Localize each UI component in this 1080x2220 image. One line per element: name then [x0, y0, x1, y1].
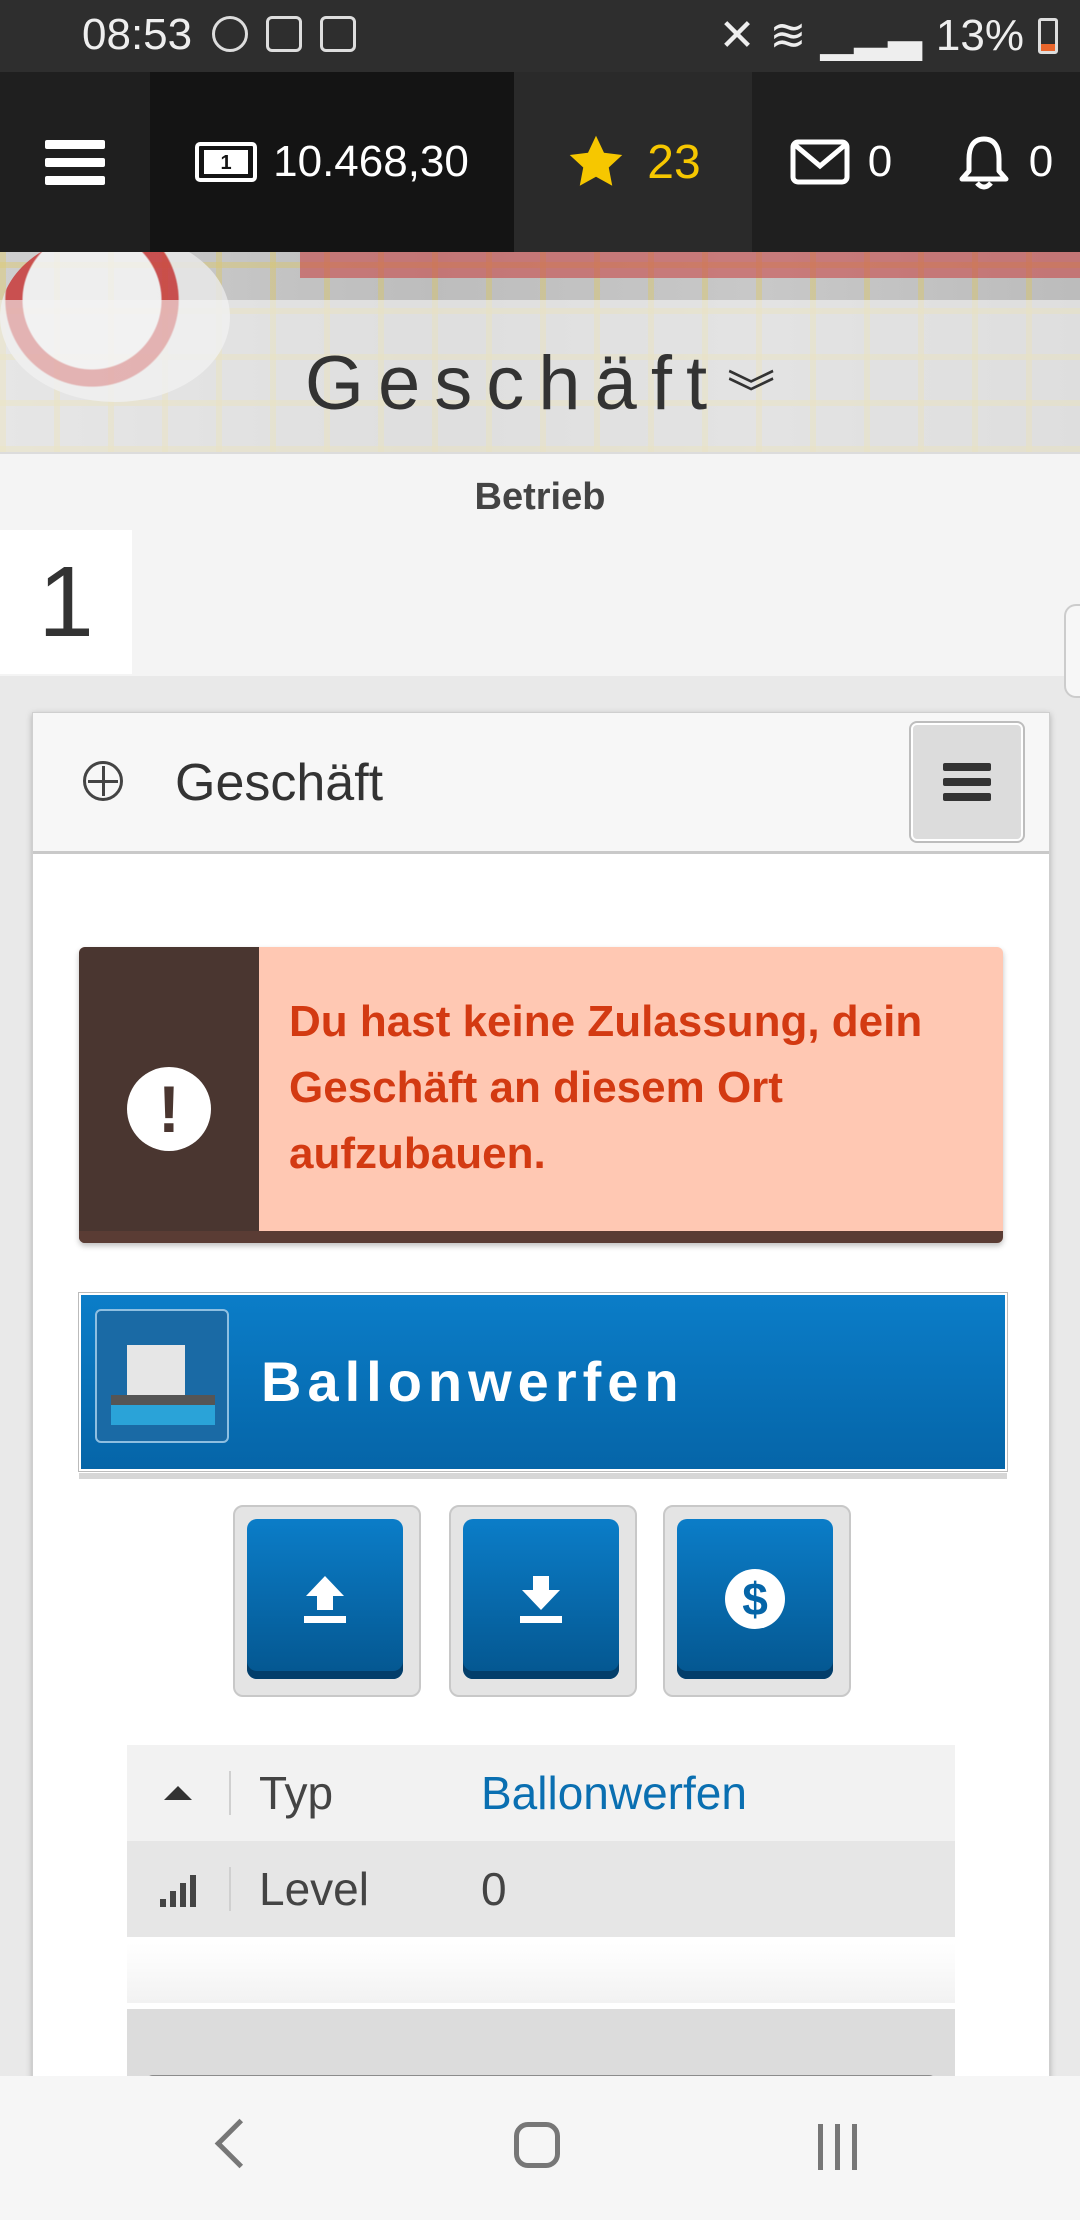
upload-icon [304, 1576, 346, 1623]
section-title[interactable]: Geschäft ︾ [0, 340, 1080, 427]
sell-button-frame: $ [663, 1505, 851, 1697]
panel-header: Geschäft [33, 713, 1049, 854]
svg-text:1: 1 [221, 152, 232, 174]
envelope-icon [790, 139, 850, 185]
table-spacer [127, 1943, 955, 2003]
sub-navigation: Betrieb 1 [0, 452, 1080, 698]
check-icon [320, 16, 356, 52]
build-up-button[interactable] [247, 1519, 403, 1679]
info-key: Typ [259, 1767, 334, 1819]
hamburger-icon [45, 131, 105, 194]
notifications-count: 0 [1028, 137, 1054, 186]
alert-bottom-border [79, 1231, 1003, 1243]
battery-percent: 13% [935, 10, 1024, 60]
info-value: 0 [481, 1863, 507, 1915]
info-row-level: Level 0 [127, 1841, 955, 1937]
download-icon [520, 1576, 562, 1623]
triangle-up-icon [164, 1786, 192, 1800]
section-title-text: Geschäft [304, 341, 722, 426]
permission-alert: ! Du hast keine Zulassung, dein Geschäft… [79, 947, 1003, 1243]
panel-menu-button[interactable] [911, 723, 1023, 841]
home-icon[interactable] [514, 2122, 560, 2168]
subnav-label: Betrieb [474, 476, 606, 518]
stars-count: 23 [647, 135, 701, 189]
take-down-button[interactable] [463, 1519, 619, 1679]
stars-display[interactable]: 23 [514, 72, 752, 252]
screen-icon [266, 16, 302, 52]
system-navigation-bar [0, 2076, 1080, 2220]
upload-button-frame [233, 1505, 421, 1697]
dollar-icon: $ [725, 1569, 785, 1629]
money-display[interactable]: 1 10.468,30 [150, 72, 514, 252]
section-banner[interactable]: Geschäft ︾ [0, 252, 1080, 452]
bell-icon [959, 136, 1009, 190]
star-icon [570, 135, 623, 186]
info-value-link[interactable]: Ballonwerfen [481, 1766, 955, 1820]
back-icon[interactable] [214, 2118, 265, 2169]
info-table: Typ Ballonwerfen Level 0 [127, 1745, 955, 1937]
info-key: Level [259, 1863, 369, 1915]
info-row-icon-cell [127, 1771, 231, 1815]
menu-button[interactable] [0, 72, 150, 252]
signal-bars-icon [160, 1871, 196, 1907]
heading-divider [79, 1473, 1007, 1479]
page-number-tab[interactable]: 1 [0, 530, 132, 674]
sync-icon [212, 16, 248, 52]
status-right: ✕ ≋ ▁▂▃ 13% [719, 10, 1058, 61]
business-panel: Geschäft ! Du hast keine Zulassung, dein… [32, 712, 1050, 2119]
sell-button[interactable]: $ [677, 1519, 833, 1679]
status-time: 08:53 [82, 10, 193, 59]
recent-apps-icon[interactable] [818, 2124, 857, 2170]
business-heading: Ballonwerfen [79, 1293, 1007, 1479]
battery-icon [1038, 17, 1058, 54]
business-thumbnail [95, 1309, 229, 1443]
info-row-type: Typ Ballonwerfen [127, 1745, 955, 1841]
app-header: 1 10.468,30 23 0 0 [0, 72, 1080, 252]
mute-icon: ✕ [718, 11, 756, 60]
messages-count: 0 [867, 137, 893, 186]
side-drawer-handle[interactable] [1064, 604, 1080, 698]
banner-rail [300, 252, 1080, 278]
banknote-icon: 1 [195, 142, 258, 182]
ferris-wheel-icon [83, 761, 123, 801]
status-notification-icons [212, 16, 356, 52]
info-row-icon-cell [127, 1867, 231, 1911]
alert-message: Du hast keine Zulassung, dein Geschäft a… [289, 997, 923, 1178]
money-amount: 10.468,30 [273, 137, 469, 186]
panel-title: Geschäft [175, 754, 384, 812]
notifications-button[interactable]: 0 [930, 72, 1080, 252]
signal-icon: ▁▂▃ [820, 11, 922, 60]
messages-button[interactable]: 0 [752, 72, 930, 252]
chevron-double-down-icon: ︾ [727, 367, 776, 421]
exclamation-icon: ! [127, 1067, 211, 1151]
wifi-icon: ≋ [769, 11, 807, 60]
status-bar: 08:53 ✕ ≋ ▁▂▃ 13% [0, 0, 1080, 72]
download-button-frame [449, 1505, 637, 1697]
business-name: Ballonwerfen [261, 1350, 685, 1413]
